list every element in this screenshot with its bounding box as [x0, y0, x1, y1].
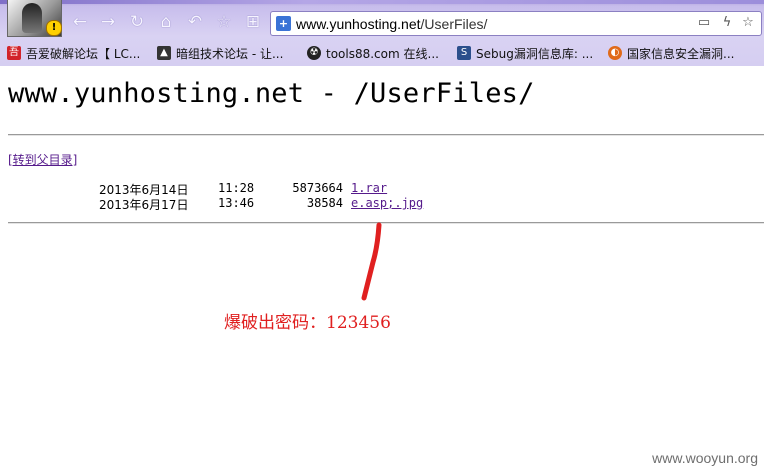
page-title: www.yunhosting.net - /UserFiles/ — [8, 78, 535, 109]
sebug-icon: S — [457, 46, 471, 60]
radiation-icon: ☢ — [307, 46, 321, 60]
profile-avatar[interactable]: ! — [7, 0, 62, 37]
profile-figure — [22, 3, 42, 33]
star-icon[interactable]: ☆ — [213, 11, 235, 33]
tab-strip — [0, 0, 764, 4]
file-date: 2013年6月17日 — [99, 198, 189, 212]
lightning-icon[interactable]: ϟ — [718, 15, 736, 33]
annotation-arrow — [361, 222, 382, 301]
file-size: 5873664 — [292, 181, 343, 195]
site-info-icon[interactable]: + — [276, 16, 291, 31]
table-row: 2013年6月17日 13:46 38584 e.asp;.jpg — [0, 196, 764, 212]
apps-icon[interactable]: ⊞ — [242, 11, 264, 33]
bookmark-darkteam[interactable]: ▲ 暗组技术论坛 - 让... — [157, 44, 283, 62]
undo-icon[interactable]: ↶ — [184, 11, 206, 33]
bookmark-sebug[interactable]: S Sebug漏洞信息库: ... — [457, 44, 593, 62]
bookmark-label: Sebug漏洞信息库: ... — [476, 46, 594, 61]
cnvd-icon: ◐ — [608, 46, 622, 60]
file-time: 13:46 — [218, 196, 255, 210]
watermark: www.wooyun.org — [652, 450, 758, 466]
forward-icon[interactable]: → — [97, 11, 119, 33]
file-size: 38584 — [306, 196, 343, 210]
url-host: www.yunhosting.net — [296, 16, 421, 32]
darkteam-icon: ▲ — [157, 46, 171, 60]
annotation-text: 爆破出密码：123456 — [224, 313, 391, 333]
table-row: 2013年6月14日 11:28 5873664 1.rar — [0, 181, 764, 197]
bookmark-52pojie[interactable]: 吾 吾爱破解论坛【 LC... — [7, 44, 140, 62]
browser-toolbar: ! ← → ↻ ⌂ ↶ ☆ ⊞ + www.yunhosting.net/Use… — [0, 0, 764, 66]
back-icon[interactable]: ← — [69, 11, 91, 33]
bookmark-label: 吾爱破解论坛【 LC... — [26, 46, 141, 61]
home-icon[interactable]: ⌂ — [155, 11, 177, 33]
divider-bottom — [8, 222, 764, 224]
bookmark-label: 暗组技术论坛 - 让... — [176, 46, 284, 61]
parent-directory-link[interactable]: [转到父目录] — [8, 151, 77, 168]
file-link[interactable]: 1.rar — [351, 181, 387, 195]
blocked-popup-icon[interactable]: ▭ — [695, 15, 713, 33]
bookmark-tools88[interactable]: ☢ tools88.com 在线... — [307, 44, 439, 62]
file-link[interactable]: e.asp;.jpg — [351, 196, 423, 210]
bookmark-label: 国家信息安全漏洞... — [627, 46, 735, 61]
file-time: 11:28 — [218, 181, 255, 195]
bookmark-cnvd[interactable]: ◐ 国家信息安全漏洞... — [608, 44, 734, 62]
url-path: /UserFiles/ — [420, 16, 488, 32]
bookmark-star-icon[interactable]: ☆ — [739, 15, 757, 33]
address-url[interactable]: www.yunhosting.net/UserFiles/ — [296, 16, 487, 32]
52pojie-icon: 吾 — [7, 46, 21, 60]
bookmarks-bar: 吾 吾爱破解论坛【 LC... ▲ 暗组技术论坛 - 让... ☢ tools8… — [0, 40, 764, 64]
divider-top — [8, 134, 764, 136]
reload-icon[interactable]: ↻ — [126, 11, 148, 33]
bookmark-label: tools88.com 在线... — [326, 46, 439, 61]
address-bar[interactable]: + www.yunhosting.net/UserFiles/ ▭ ϟ ☆ — [270, 11, 762, 36]
warning-badge-icon: ! — [46, 20, 62, 36]
